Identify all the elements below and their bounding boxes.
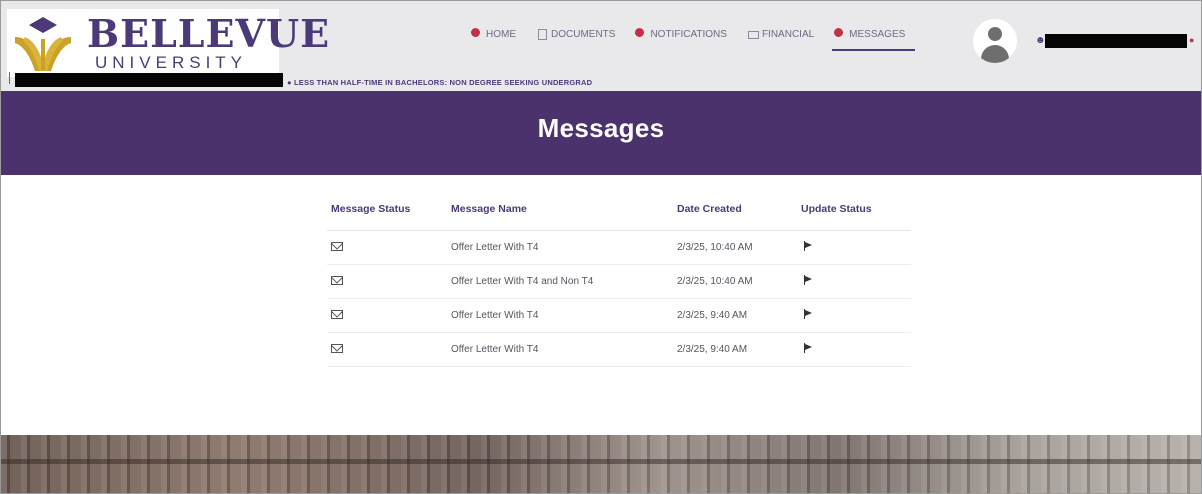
message-status-cell xyxy=(327,241,451,254)
message-status-cell xyxy=(327,343,451,356)
library-background-image xyxy=(1,435,1201,493)
nav-financial[interactable]: FINANCIAL xyxy=(747,28,814,42)
message-status-cell xyxy=(327,309,451,322)
nav-home[interactable]: HOME xyxy=(471,28,516,42)
avatar-body xyxy=(981,45,1009,63)
header-update-status: Update Status xyxy=(801,203,872,215)
date-created: 2/3/25, 9:40 AM xyxy=(677,310,748,321)
message-name[interactable]: Offer Letter With T4 and Non T4 xyxy=(451,276,677,287)
main-nav: HOME DOCUMENTS NOTIFICATIONS FINANCIAL M… xyxy=(471,23,925,51)
flag-icon[interactable] xyxy=(803,275,815,285)
document-icon xyxy=(536,28,548,40)
avatar[interactable] xyxy=(973,19,1017,63)
university-logo[interactable]: BELLEVUE UNIVERSITY xyxy=(7,9,329,77)
notification-badge-icon xyxy=(834,28,846,40)
nav-home-label: HOME xyxy=(486,28,516,40)
update-status-cell[interactable] xyxy=(801,241,911,254)
header-message-name: Message Name xyxy=(451,203,527,215)
messages-table: Message Status Message Name Date Created… xyxy=(327,203,911,367)
bookshelf xyxy=(1,459,1201,464)
financial-icon xyxy=(747,28,759,40)
nav-messages[interactable]: MESSAGES xyxy=(832,28,916,51)
table-row[interactable]: Offer Letter With T4 2/3/25, 9:40 AM xyxy=(327,333,911,367)
logo-subtitle: UNIVERSITY xyxy=(95,53,248,72)
user-icon: ☻ xyxy=(1035,35,1046,46)
header-date-created: Date Created xyxy=(677,203,742,215)
student-id-icon: │ xyxy=(7,73,14,84)
message-name[interactable]: Offer Letter With T4 xyxy=(451,242,677,253)
nav-documents[interactable]: DOCUMENTS xyxy=(536,28,615,42)
page-frame: BELLEVUE UNIVERSITY │ ● LESS THAN HALF-T… xyxy=(0,0,1202,494)
message-name[interactable]: Offer Letter With T4 xyxy=(451,310,677,321)
flag-icon[interactable] xyxy=(803,309,815,319)
nav-financial-label: FINANCIAL xyxy=(761,28,815,40)
book-spines xyxy=(1,435,1201,493)
envelope-icon xyxy=(331,275,343,285)
nav-notifications[interactable]: NOTIFICATIONS xyxy=(635,28,727,42)
notification-badge-icon xyxy=(471,28,483,40)
header-message-status: Message Status xyxy=(331,203,411,215)
logo-emblem-icon xyxy=(15,17,71,71)
envelope-icon xyxy=(331,309,343,319)
nav-messages-label: MESSAGES xyxy=(849,28,906,40)
program-status: ● LESS THAN HALF-TIME IN BACHELORS: NON … xyxy=(287,78,593,87)
nav-documents-label: DOCUMENTS xyxy=(551,28,616,40)
avatar-head xyxy=(988,27,1002,41)
redacted-student-name xyxy=(15,73,283,87)
envelope-icon xyxy=(331,241,343,251)
notification-badge-icon xyxy=(635,28,647,40)
message-name[interactable]: Offer Letter With T4 xyxy=(451,344,677,355)
header: BELLEVUE UNIVERSITY │ ● LESS THAN HALF-T… xyxy=(1,1,1201,91)
date-created: 2/3/25, 9:40 AM xyxy=(677,344,748,355)
date-created: 2/3/25, 10:40 AM xyxy=(677,276,753,287)
table-header: Message Status Message Name Date Created… xyxy=(327,203,911,231)
date-created: 2/3/25, 10:40 AM xyxy=(677,242,753,253)
redacted-user-name[interactable] xyxy=(1045,34,1187,48)
page-title: Messages xyxy=(537,113,665,143)
user-menu-icon[interactable]: ● xyxy=(1189,35,1194,45)
message-status-cell xyxy=(327,275,451,288)
page-banner: Messages xyxy=(1,91,1201,175)
table-row[interactable]: Offer Letter With T4 2/3/25, 9:40 AM xyxy=(327,299,911,333)
table-row[interactable]: Offer Letter With T4 2/3/25, 10:40 AM xyxy=(327,231,911,265)
envelope-icon xyxy=(331,343,343,353)
update-status-cell[interactable] xyxy=(801,275,911,288)
update-status-cell[interactable] xyxy=(801,309,911,322)
logo-name: BELLEVUE xyxy=(87,11,331,56)
table-row[interactable]: Offer Letter With T4 and Non T4 2/3/25, … xyxy=(327,265,911,299)
nav-notifications-label: NOTIFICATIONS xyxy=(650,28,727,40)
update-status-cell[interactable] xyxy=(801,343,911,356)
flag-icon[interactable] xyxy=(803,343,815,353)
flag-icon[interactable] xyxy=(803,241,815,251)
